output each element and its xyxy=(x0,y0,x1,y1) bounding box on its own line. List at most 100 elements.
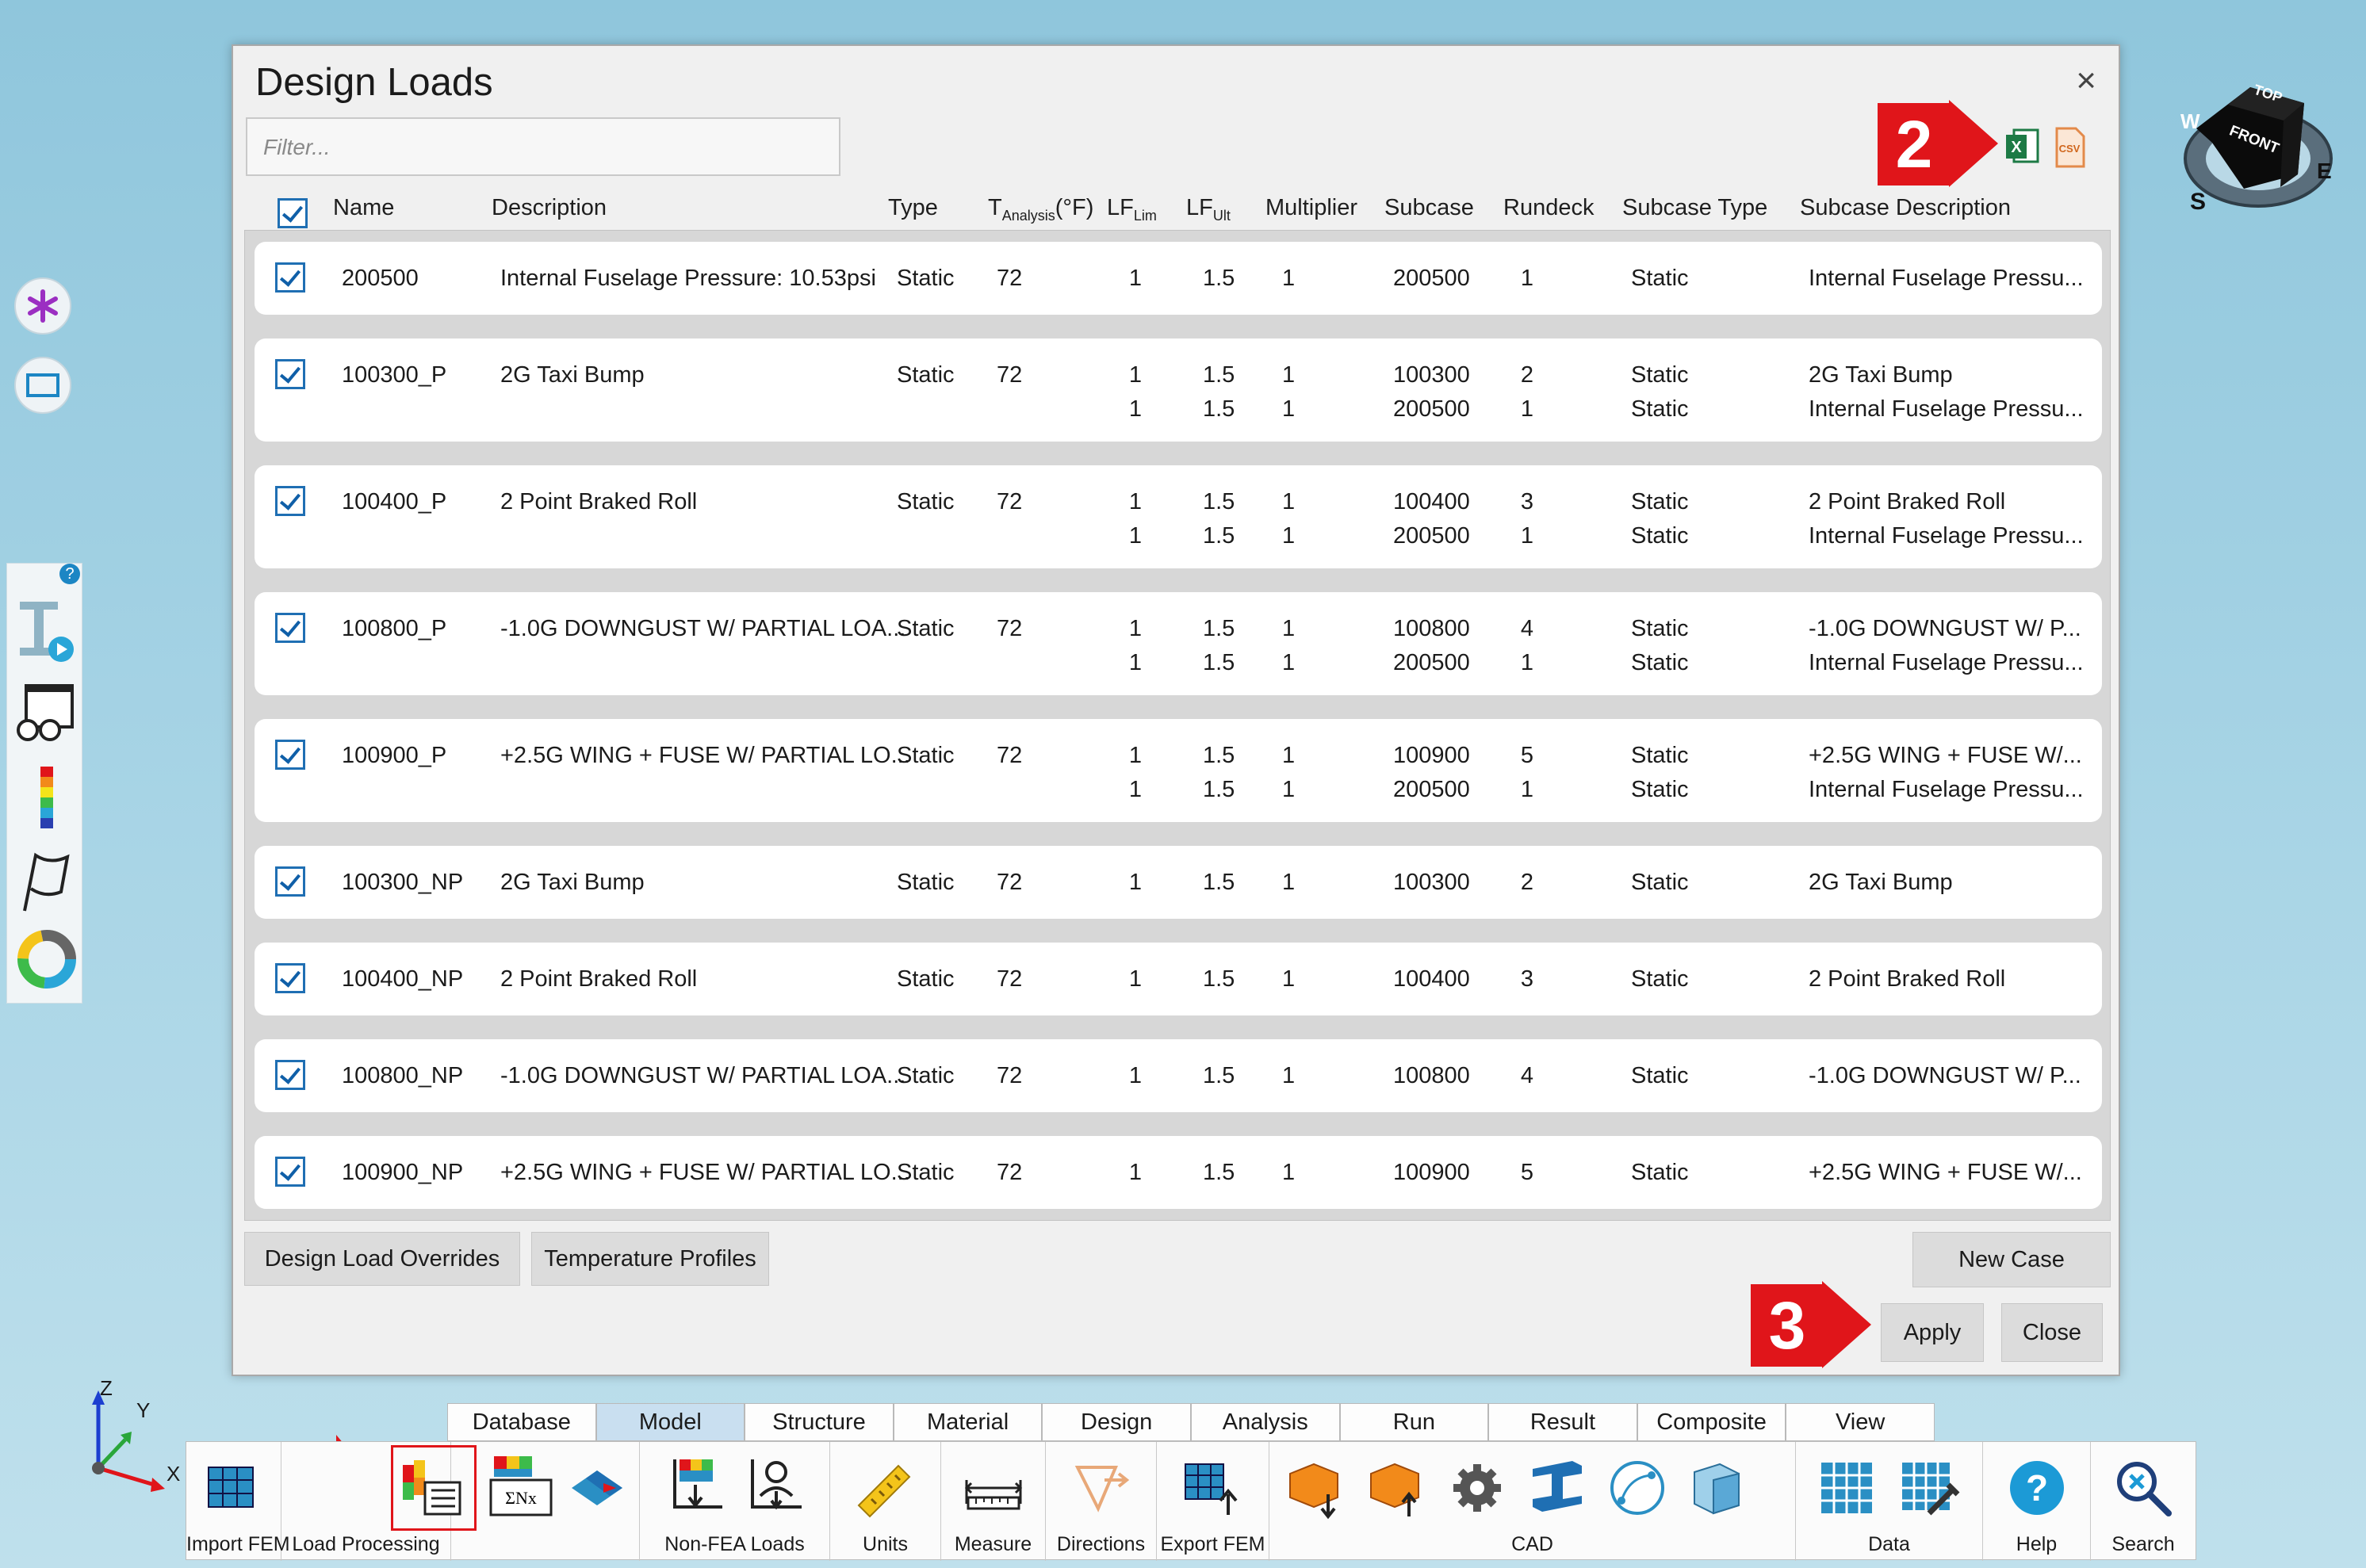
cell-lf-lim: 11 xyxy=(1124,489,1147,549)
table-row[interactable]: 100300_P 2G Taxi Bump Static 72 1 1 1.5 1.5 1 1 10… xyxy=(255,338,2102,442)
cell-rundeck: 31 xyxy=(1515,489,1539,549)
cell-subcase: 100300 xyxy=(1393,870,1470,896)
tab-model[interactable]: Model xyxy=(595,1403,745,1441)
ribbon-tabs: Database Model Structure Material Design Anal… xyxy=(447,1403,1935,1441)
header-subcase-type[interactable]: Subcase Type xyxy=(1622,195,1767,231)
design-load-overrides-button[interactable]: Design Load Overrides xyxy=(244,1232,520,1286)
table-row[interactable]: 100800_NP -1.0G DOWNGUST W/ PARTIAL LOA..… xyxy=(255,1039,2102,1112)
apply-button[interactable]: Apply xyxy=(1881,1303,1984,1362)
row-checkbox[interactable] xyxy=(275,1060,305,1090)
row-checkbox[interactable] xyxy=(275,359,305,389)
row-checkbox[interactable] xyxy=(275,613,305,643)
cell-subcase: 100800 xyxy=(1393,1063,1470,1089)
group-directions[interactable]: Directions xyxy=(1046,1442,1157,1561)
header-description[interactable]: Description xyxy=(492,195,607,231)
tab-view[interactable]: View xyxy=(1786,1403,1935,1441)
select-all-checkbox[interactable] xyxy=(278,198,308,228)
table-row[interactable]: 100400_P 2 Point Braked Roll Static 72 1 1 1.5… xyxy=(255,465,2102,568)
cell-t: 72 xyxy=(997,616,1023,641)
header-type[interactable]: Type xyxy=(888,195,938,231)
header-t-analysis[interactable]: TAnalysis(°F) xyxy=(988,195,1093,231)
cell-stype: Static xyxy=(1631,966,1689,992)
person-load-icon[interactable] xyxy=(741,1456,805,1520)
i-beam-icon[interactable] xyxy=(1525,1456,1588,1520)
navigation-cube[interactable]: TOP FRONT W S E xyxy=(2165,55,2339,222)
load-transfer-button[interactable] xyxy=(567,1459,630,1515)
cell-type: Static xyxy=(897,489,955,514)
table-row[interactable]: 200500 Internal Fuselage Pressure: 10.53p… xyxy=(255,242,2102,315)
row-checkbox[interactable] xyxy=(275,486,305,516)
gear-icon[interactable] xyxy=(1445,1456,1509,1520)
group-units[interactable]: Units xyxy=(830,1442,941,1561)
cell-lf-ult: 1.5 1.5 xyxy=(1203,362,1235,423)
cell-line: Static xyxy=(1631,777,1689,802)
group-measure[interactable]: Measure xyxy=(941,1442,1046,1561)
non-fea-load-icon[interactable] xyxy=(660,1456,724,1520)
cell-lf-lim: 1 xyxy=(1124,870,1147,896)
tab-analysis[interactable]: Analysis xyxy=(1190,1403,1340,1441)
row-checkbox[interactable] xyxy=(275,262,305,293)
csv-export-icon[interactable]: CSV xyxy=(2050,125,2088,170)
header-lf-ult[interactable]: LFUlt xyxy=(1186,195,1231,231)
cell-t: 72 xyxy=(997,1063,1023,1088)
cell-lf-lim: 1 xyxy=(1124,966,1147,992)
row-checkbox[interactable] xyxy=(275,866,305,897)
cad-import-icon[interactable] xyxy=(1282,1456,1346,1520)
tab-composite[interactable]: Composite xyxy=(1637,1403,1786,1441)
snap-tool-button[interactable] xyxy=(14,277,71,335)
row-checkbox[interactable] xyxy=(275,1157,305,1187)
tab-result[interactable]: Result xyxy=(1488,1403,1637,1441)
surface-icon[interactable] xyxy=(1685,1456,1748,1520)
tab-design[interactable]: Design xyxy=(1042,1403,1191,1441)
header-lf-lim[interactable]: LFLim xyxy=(1107,195,1157,231)
table-row[interactable]: 100900_P +2.5G WING + FUSE W/ PARTIAL LO.… xyxy=(255,719,2102,822)
group-search[interactable]: Search xyxy=(2091,1442,2196,1561)
sum-loads-button[interactable]: ΣNx xyxy=(488,1453,556,1521)
donut-chart-icon[interactable] xyxy=(15,925,78,993)
glasses-window-icon[interactable] xyxy=(15,679,78,748)
cell-description: -1.0G DOWNGUST W/ PARTIAL LOA... xyxy=(500,616,906,641)
table-row[interactable]: 100400_NP 2 Point Braked Roll Static 72 1 1.5… xyxy=(255,943,2102,1015)
help-badge-icon[interactable]: ? xyxy=(59,564,80,584)
close-icon[interactable]: × xyxy=(2076,63,2096,98)
group-export-fem[interactable]: Export FEM xyxy=(1157,1442,1269,1561)
row-checkbox[interactable] xyxy=(275,963,305,993)
group-help[interactable]: ? Help xyxy=(1983,1442,2091,1561)
flag-icon[interactable] xyxy=(15,847,78,916)
header-multiplier[interactable]: Multiplier xyxy=(1265,195,1357,231)
header-subcase[interactable]: Subcase xyxy=(1384,195,1474,231)
data-table-icon[interactable] xyxy=(1815,1456,1878,1520)
color-scale-icon[interactable] xyxy=(15,763,78,832)
header-rundeck[interactable]: Rundeck xyxy=(1503,195,1594,231)
table-row[interactable]: 100800_P -1.0G DOWNGUST W/ PARTIAL LOA...… xyxy=(255,592,2102,695)
tab-run[interactable]: Run xyxy=(1339,1403,1489,1441)
text-cursor-play-icon[interactable] xyxy=(15,595,78,664)
tab-database[interactable]: Database xyxy=(447,1403,596,1441)
group-label-help: Help xyxy=(2016,1533,2058,1555)
table-row[interactable]: 100900_NP +2.5G WING + FUSE W/ PARTIAL LO… xyxy=(255,1136,2102,1209)
row-checkbox[interactable] xyxy=(275,740,305,770)
cell-line: Static xyxy=(1631,650,1689,675)
new-case-button[interactable]: New Case xyxy=(1912,1232,2111,1287)
cad-export-icon[interactable] xyxy=(1363,1456,1426,1520)
cell-mult: 11 xyxy=(1282,362,1295,423)
svg-text:?: ? xyxy=(2026,1467,2048,1509)
cell-lf-lim: 1 xyxy=(1124,266,1147,292)
excel-export-icon[interactable]: X xyxy=(2003,125,2041,170)
box-select-button[interactable] xyxy=(14,357,71,414)
header-name[interactable]: Name xyxy=(333,195,394,231)
tab-structure[interactable]: Structure xyxy=(745,1403,894,1441)
curve-points-icon[interactable] xyxy=(1606,1456,1669,1520)
group-import-fem[interactable]: Import FEM xyxy=(186,1442,290,1561)
cell-rundeck: 3 xyxy=(1515,966,1539,992)
cell-name: 100800_P xyxy=(342,616,447,641)
temperature-profiles-button[interactable]: Temperature Profiles xyxy=(531,1232,769,1286)
close-button[interactable]: Close xyxy=(2001,1303,2103,1362)
data-edit-icon[interactable] xyxy=(1897,1456,1961,1520)
cell-rundeck: 21 xyxy=(1515,362,1539,423)
cell-line: 1.5 xyxy=(1203,396,1235,422)
design-loads-button[interactable] xyxy=(391,1445,477,1531)
tab-material[interactable]: Material xyxy=(893,1403,1043,1441)
filter-input[interactable]: Filter... xyxy=(246,117,840,176)
table-row[interactable]: 100300_NP 2G Taxi Bump Static 72 1 1.5 1 100300… xyxy=(255,846,2102,919)
